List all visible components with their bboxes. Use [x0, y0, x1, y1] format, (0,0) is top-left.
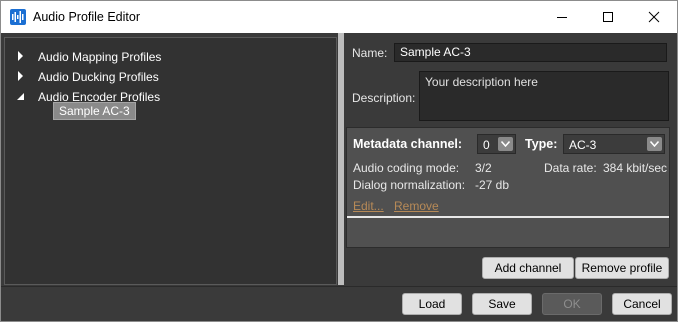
dropdown-button[interactable]: [498, 137, 513, 151]
metadata-channel-panel: Metadata channel: 0 Type: AC-3 Audio cod…: [346, 127, 670, 248]
window-content: Audio Mapping Profiles Audio Ducking Pro…: [1, 33, 677, 321]
name-label: Name:: [352, 46, 388, 60]
description-input[interactable]: Your description here: [419, 71, 669, 121]
audio-profile-editor-window: Audio Profile Editor Audio Mapping Profi…: [0, 0, 678, 322]
audio-coding-mode-label: Audio coding mode:: [353, 161, 460, 175]
remove-profile-button[interactable]: Remove profile: [575, 257, 669, 279]
tree-item-sample-ac3[interactable]: Sample AC-3: [53, 102, 136, 120]
metadata-channel-label: Metadata channel:: [353, 137, 463, 151]
collapse-arrow-icon[interactable]: [17, 91, 25, 101]
dialog-normalization-label: Dialog normalization:: [353, 178, 466, 192]
type-label: Type:: [525, 137, 558, 151]
window-title: Audio Profile Editor: [33, 10, 141, 24]
tree-item-label: Audio Ducking Profiles: [38, 70, 159, 84]
type-select[interactable]: AC-3: [563, 134, 665, 154]
title-bar[interactable]: Audio Profile Editor: [1, 1, 677, 33]
metadata-channel-select[interactable]: 0: [477, 134, 516, 154]
dialog-normalization-value: -27 db: [475, 178, 510, 192]
edit-link[interactable]: Edit...: [353, 199, 384, 213]
dropdown-button[interactable]: [647, 137, 662, 151]
expand-arrow-icon[interactable]: [17, 51, 25, 61]
description-label: Description:: [352, 91, 416, 105]
remove-link[interactable]: Remove: [394, 199, 439, 213]
data-rate-label: Data rate:: [544, 161, 597, 175]
chevron-down-icon: [501, 141, 510, 147]
tree-item-label: Audio Mapping Profiles: [38, 50, 162, 64]
maximize-button[interactable]: [585, 1, 631, 33]
audio-waveform-icon: [10, 9, 26, 25]
minimize-icon: [557, 17, 567, 18]
type-value: AC-3: [569, 138, 597, 152]
name-input[interactable]: Sample AC-3: [394, 43, 667, 62]
metadata-channel-value: 0: [483, 138, 490, 152]
chevron-down-icon: [650, 141, 659, 147]
expand-arrow-icon[interactable]: [17, 71, 25, 81]
add-channel-button[interactable]: Add channel: [482, 257, 574, 279]
maximize-icon: [603, 12, 613, 22]
load-button[interactable]: Load: [402, 293, 462, 315]
dialog-footer: Load Save OK Cancel: [1, 286, 677, 321]
tree-item-audio-mapping-profiles[interactable]: Audio Mapping Profiles: [5, 47, 335, 67]
minimize-button[interactable]: [539, 1, 585, 33]
tree-item-audio-ducking-profiles[interactable]: Audio Ducking Profiles: [5, 67, 335, 87]
close-icon: [648, 11, 660, 23]
audio-coding-mode-value: 3/2: [475, 161, 492, 175]
ok-button[interactable]: OK: [542, 293, 602, 315]
data-rate-value: 384 kbit/sec: [603, 161, 668, 175]
save-button[interactable]: Save: [472, 293, 532, 315]
cancel-button[interactable]: Cancel: [612, 293, 672, 315]
close-button[interactable]: [631, 1, 677, 33]
profile-details: Name: Sample AC-3 Description: Your desc…: [344, 33, 677, 288]
profile-tree: Audio Mapping Profiles Audio Ducking Pro…: [4, 37, 337, 285]
divider: [347, 216, 669, 218]
